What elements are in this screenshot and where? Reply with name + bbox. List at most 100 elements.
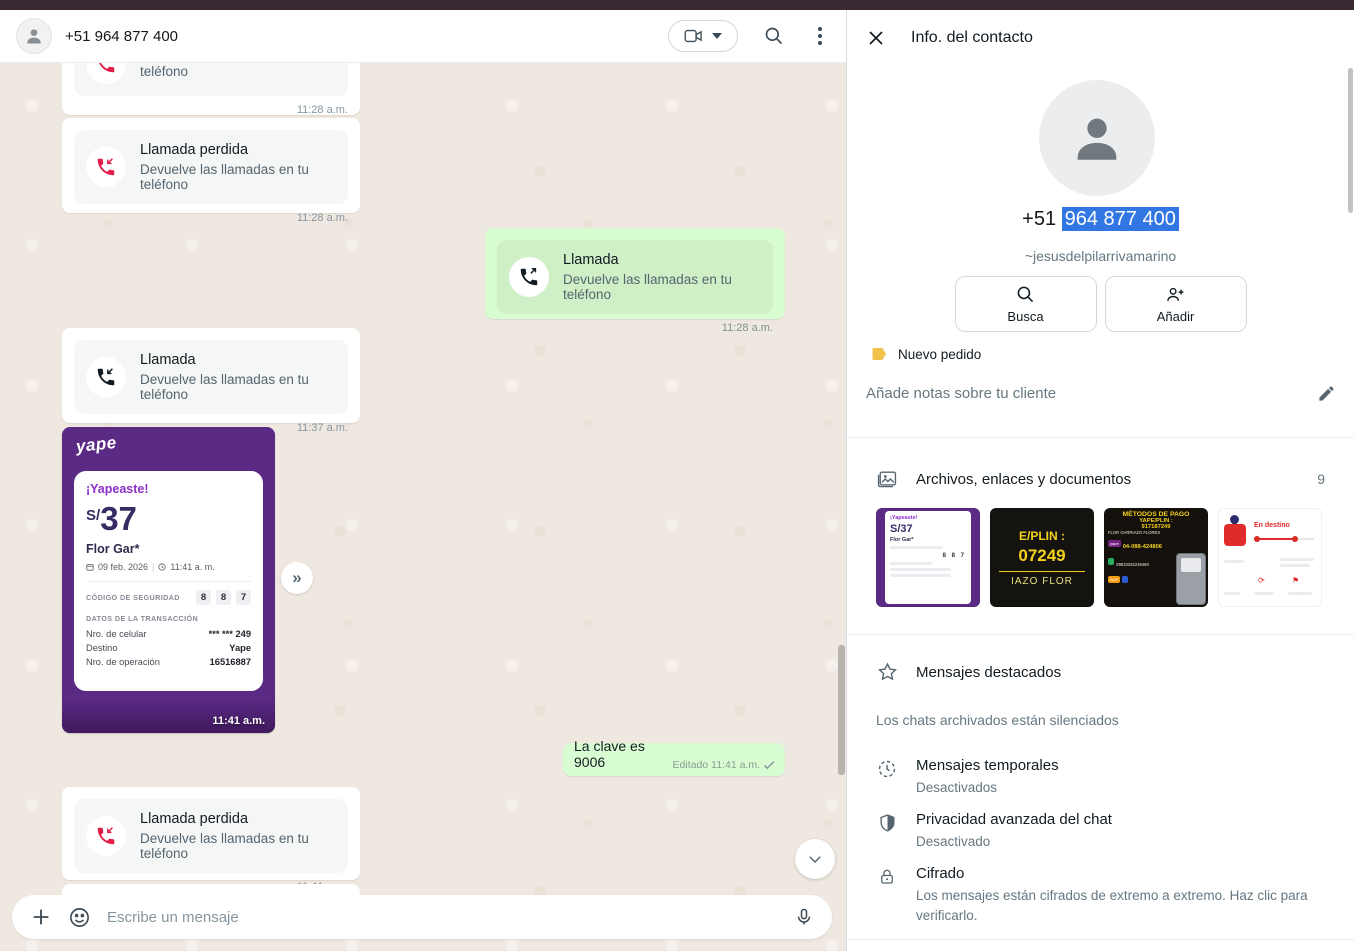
action-label: Añadir xyxy=(1157,309,1195,324)
chat-contact-title[interactable]: +51 964 877 400 xyxy=(65,28,178,45)
message-bubble-missed-call[interactable]: Llamada perdida Devuelve las llamadas en… xyxy=(62,118,360,213)
search-chat-button[interactable]: Busca xyxy=(955,276,1097,332)
order-label-chip[interactable]: Nuevo pedido xyxy=(871,346,981,362)
thumb-text: IAZO FLOR xyxy=(1011,576,1073,587)
mic-button[interactable] xyxy=(794,907,814,927)
close-panel-button[interactable] xyxy=(867,29,885,47)
star-icon xyxy=(877,662,898,682)
menu-button[interactable] xyxy=(810,23,830,49)
contact-phone-number[interactable]: +51 964 877 400 xyxy=(847,208,1354,231)
scroll-to-bottom-button[interactable] xyxy=(795,839,835,879)
message-bubble-missed-call[interactable]: Llamada perdida Devuelve las llamadas en… xyxy=(62,787,360,880)
divider xyxy=(847,437,1354,438)
media-thumbnails: ¡Yapeaste! S/37 Flor Gar* 8 8 7 E/PLIN :… xyxy=(876,508,1322,607)
thumb-text: MÉTODOS DE PAGO xyxy=(1108,511,1204,518)
call-subtitle: Devuelve las llamadas en tu teléfono xyxy=(140,372,336,402)
person-add-icon xyxy=(1165,285,1186,304)
close-icon xyxy=(867,29,885,47)
contact-avatar-small[interactable] xyxy=(16,18,52,54)
thumb-text: En destino xyxy=(1254,522,1290,529)
search-icon xyxy=(764,26,784,46)
starred-messages-row[interactable]: Mensajes destacados xyxy=(847,655,1354,689)
phone-selected-text: 964 877 400 xyxy=(1062,207,1179,231)
panel-title: Info. del contacto xyxy=(911,29,1033,47)
sent-check-icon xyxy=(763,760,776,770)
yape-payer: Flor Gar* xyxy=(86,542,251,556)
chevron-down-icon xyxy=(806,850,824,868)
client-notes-row[interactable]: Añade notas sobre tu cliente xyxy=(866,384,1336,403)
message-bubble-outgoing-call[interactable]: Llamada Devuelve las llamadas en tu telé… xyxy=(485,228,785,319)
message-bubble-text-outgoing[interactable]: La clave es 9006 Editado 11:41 a.m. xyxy=(563,743,785,776)
encryption-row[interactable]: Cifrado Los mensajes están cifrados de e… xyxy=(847,865,1354,925)
setting-subtitle: Los mensajes están cifrados de extremo a… xyxy=(916,886,1308,925)
call-title: Llamada xyxy=(140,352,336,368)
message-time: 11:28 a.m. xyxy=(62,210,360,231)
contact-info-panel: Info. del contacto +51 964 877 400 ~jesu… xyxy=(846,10,1354,951)
timer-icon xyxy=(877,759,897,779)
contact-avatar-large[interactable] xyxy=(1039,80,1155,196)
message-bubble-incoming-call[interactable]: Llamada Devuelve las llamadas en tu telé… xyxy=(62,328,360,423)
action-label: Busca xyxy=(1007,309,1043,324)
thumb-text: ¡Yapeaste! xyxy=(890,515,966,521)
forward-message-button[interactable]: » xyxy=(281,562,313,594)
message-time: 11:41 a.m. xyxy=(212,715,265,727)
notes-placeholder: Añade notas sobre tu cliente xyxy=(866,385,1056,402)
chat-message-list[interactable]: Devuelve las llamadas en tu teléfono 11:… xyxy=(0,63,846,951)
yape-transaction-label: DATOS DE LA TRANSACCIÓN xyxy=(86,614,251,623)
message-bubble-call-partial[interactable]: Devuelve las llamadas en tu teléfono 11:… xyxy=(62,63,360,115)
pencil-icon[interactable] xyxy=(1317,384,1336,403)
chat-header-actions xyxy=(668,20,830,52)
call-title: Llamada perdida xyxy=(140,142,336,158)
setting-subtitle: Desactivados xyxy=(916,778,1059,798)
starred-label: Mensajes destacados xyxy=(916,664,1061,681)
thumb-text: BCP xyxy=(1108,576,1120,583)
chevron-down-icon xyxy=(712,33,722,39)
message-text: La clave es 9006 xyxy=(574,738,667,770)
message-composer: Escribe un mensaje xyxy=(12,895,832,939)
yape-tx-row: Nro. de celular*** *** 249 xyxy=(86,629,251,639)
media-thumb-plin[interactable]: E/PLIN : 07249 IAZO FLOR xyxy=(990,508,1094,607)
thumb-text: Flor Gar* xyxy=(890,537,966,543)
incoming-call-icon xyxy=(95,366,117,388)
setting-title: Cifrado xyxy=(916,865,1308,882)
contact-info-header: Info. del contacto xyxy=(847,10,1354,66)
add-contact-button[interactable]: Añadir xyxy=(1105,276,1247,332)
calendar-icon xyxy=(86,563,94,571)
media-section-title: Archivos, enlaces y documentos xyxy=(916,471,1131,488)
video-camera-icon xyxy=(684,28,704,44)
panel-scrollbar-thumb[interactable] xyxy=(1348,68,1353,213)
call-subtitle: Devuelve las llamadas en tu teléfono xyxy=(140,63,336,79)
contact-actions: Busca Añadir xyxy=(847,276,1354,332)
media-files-row[interactable]: Archivos, enlaces y documentos 9 xyxy=(847,462,1354,496)
archived-muted-note: Los chats archivados están silenciados xyxy=(876,712,1119,728)
contact-username: ~jesusdelpilarrivamarino xyxy=(847,248,1354,264)
attach-button[interactable] xyxy=(30,906,52,928)
whatsapp-window: +51 964 877 400 xyxy=(0,0,1354,951)
edited-label: Editado xyxy=(673,759,709,771)
thumb-text: 04-088-424806 xyxy=(1123,544,1162,550)
yape-tx-row: Nro. de operación16516887 xyxy=(86,657,251,667)
yape-amount: S/37 xyxy=(86,502,251,535)
video-call-button[interactable] xyxy=(668,20,738,52)
media-thumb-tracking[interactable]: En destino ⟳ ⚑ xyxy=(1218,508,1322,607)
person-icon xyxy=(1068,109,1126,167)
search-button[interactable] xyxy=(764,26,784,46)
media-thumb-metodos-pago[interactable]: MÉTODOS DE PAGO YAPE/PLIN : 917187249 FL… xyxy=(1104,508,1208,607)
search-icon xyxy=(1016,285,1035,304)
forward-icon: » xyxy=(292,568,301,588)
order-label-text: Nuevo pedido xyxy=(898,347,981,362)
message-image-yape-receipt[interactable]: yape ¡Yapeaste! S/37 Flor Gar* 09 feb. 2… xyxy=(62,427,275,733)
message-time: 11:41 a.m. xyxy=(711,759,760,771)
message-input[interactable]: Escribe un mensaje xyxy=(107,909,778,926)
advanced-privacy-row[interactable]: Privacidad avanzada del chat Desactivado xyxy=(847,811,1354,852)
media-thumb-yape-receipt[interactable]: ¡Yapeaste! S/37 Flor Gar* 8 8 7 xyxy=(876,508,980,607)
label-tag-icon xyxy=(871,346,889,362)
disappearing-messages-row[interactable]: Mensajes temporales Desactivados xyxy=(847,757,1354,798)
window-title-strip xyxy=(0,0,1354,10)
setting-title: Privacidad avanzada del chat xyxy=(916,811,1112,828)
emoji-button[interactable] xyxy=(68,906,91,929)
chat-scrollbar-thumb[interactable] xyxy=(838,645,845,775)
person-icon xyxy=(24,26,44,46)
call-title: Llamada perdida xyxy=(140,811,336,827)
yape-datetime: 09 feb. 2026 | 11:41 a. m. xyxy=(86,562,251,582)
